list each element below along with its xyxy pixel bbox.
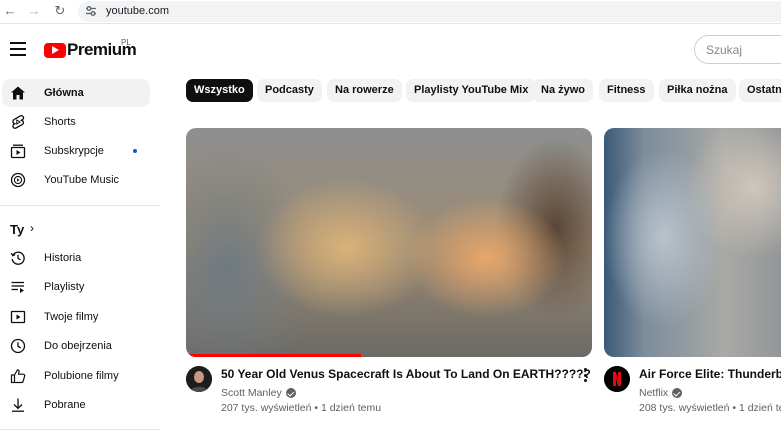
search-input[interactable] <box>706 42 776 58</box>
sidebar-item-liked-videos[interactable]: Polubione filmy <box>2 362 150 390</box>
chip-all[interactable]: Wszystko <box>186 79 253 102</box>
sidebar-item-label: Shorts <box>44 116 76 128</box>
verified-badge-icon <box>285 388 296 398</box>
hamburger-menu-icon[interactable] <box>10 42 26 56</box>
sidebar-item-history[interactable]: Historia <box>2 244 150 272</box>
forward-arrow-icon[interactable]: → <box>26 3 42 19</box>
subscriptions-icon <box>10 144 26 159</box>
video-title[interactable]: 50 Year Old Venus Spacecraft Is About To… <box>221 367 591 381</box>
site-settings-icon[interactable] <box>84 4 98 18</box>
sidebar-divider <box>0 205 160 206</box>
reload-icon[interactable]: ↻ <box>52 3 68 19</box>
sidebar-item-label: Twoje filmy <box>44 311 99 323</box>
channel-avatar[interactable] <box>186 366 212 392</box>
masthead: Premium PL <box>0 24 781 76</box>
chevron-right-icon[interactable]: › <box>30 221 34 235</box>
youtube-play-icon <box>44 42 66 58</box>
more-options-icon[interactable] <box>580 368 590 384</box>
sidebar-item-home[interactable]: Główna <box>2 79 150 107</box>
sidebar-item-downloads[interactable]: Pobrane <box>2 391 150 419</box>
sidebar-item-your-videos[interactable]: Twoje filmy <box>2 303 150 331</box>
sidebar-item-playlists[interactable]: Playlisty <box>2 273 150 301</box>
sidebar-item-youtube-music[interactable]: YouTube Music <box>2 166 150 194</box>
playlists-icon <box>11 281 24 293</box>
video-metadata: 208 tys. wyświetleń • 1 dzień te <box>639 402 781 414</box>
chip-cycling[interactable]: Na rowerze <box>327 79 402 102</box>
thumbs-up-icon <box>10 369 26 384</box>
sidebar-item-label: Pobrane <box>44 399 86 411</box>
back-arrow-icon[interactable]: ← <box>2 3 18 19</box>
sidebar: Główna Shorts Subskrypcje YouTube Music … <box>0 76 160 440</box>
channel-name[interactable]: Scott Manley <box>221 387 282 399</box>
chip-live[interactable]: Na żywo <box>533 79 594 102</box>
video-thumbnail[interactable] <box>604 128 781 357</box>
shorts-icon <box>12 114 25 129</box>
history-icon <box>10 251 25 265</box>
country-code: PL <box>121 38 131 47</box>
video-thumbnail[interactable] <box>186 128 592 357</box>
watch-progress-bar <box>186 354 361 357</box>
sidebar-item-label: Historia <box>44 252 82 264</box>
sidebar-item-label: Do obejrzenia <box>44 340 112 352</box>
channel-avatar-icon <box>186 366 212 392</box>
sidebar-item-label: Polubione filmy <box>44 370 119 382</box>
your-videos-icon <box>10 310 26 324</box>
netflix-logo-icon <box>604 366 630 392</box>
you-section-title[interactable]: Ty <box>10 222 24 237</box>
sidebar-item-label: Subskrypcje <box>44 145 104 157</box>
youtube-music-icon <box>10 172 26 188</box>
chip-football[interactable]: Piłka nożna <box>659 79 736 102</box>
url-text[interactable]: youtube.com <box>106 5 169 17</box>
sidebar-item-label: Playlisty <box>44 281 85 293</box>
browser-toolbar: ← → ↻ youtube.com <box>0 0 781 24</box>
verified-badge-icon <box>672 388 683 398</box>
sidebar-item-shorts[interactable]: Shorts <box>2 108 150 136</box>
address-bar[interactable] <box>78 1 781 22</box>
thumbnail-image <box>186 128 592 357</box>
channel-name[interactable]: Netflix <box>639 387 668 399</box>
chip-recent[interactable]: Ostatni <box>739 79 781 102</box>
thumbnail-image <box>604 128 781 357</box>
home-icon <box>11 86 25 100</box>
video-metadata: 207 tys. wyświetleń • 1 dzień temu <box>221 402 382 414</box>
watch-later-icon <box>10 338 26 354</box>
new-content-dot <box>133 149 137 153</box>
sidebar-item-subscriptions[interactable]: Subskrypcje <box>2 137 150 165</box>
sidebar-divider <box>0 429 160 430</box>
sidebar-item-label: Główna <box>44 87 84 99</box>
sidebar-item-label: YouTube Music <box>44 174 120 186</box>
channel-name-row: Netflix <box>639 387 683 399</box>
video-title[interactable]: Air Force Elite: Thunderbird <box>639 367 781 381</box>
channel-name-row: Scott Manley <box>221 387 296 399</box>
chip-fitness[interactable]: Fitness <box>599 79 654 102</box>
chip-podcasts[interactable]: Podcasty <box>257 79 322 102</box>
chip-youtube-mix[interactable]: Playlisty YouTube Mix <box>406 79 537 102</box>
download-icon <box>12 398 24 412</box>
sidebar-item-watch-later[interactable]: Do obejrzenia <box>2 332 150 360</box>
channel-avatar[interactable] <box>604 366 630 392</box>
